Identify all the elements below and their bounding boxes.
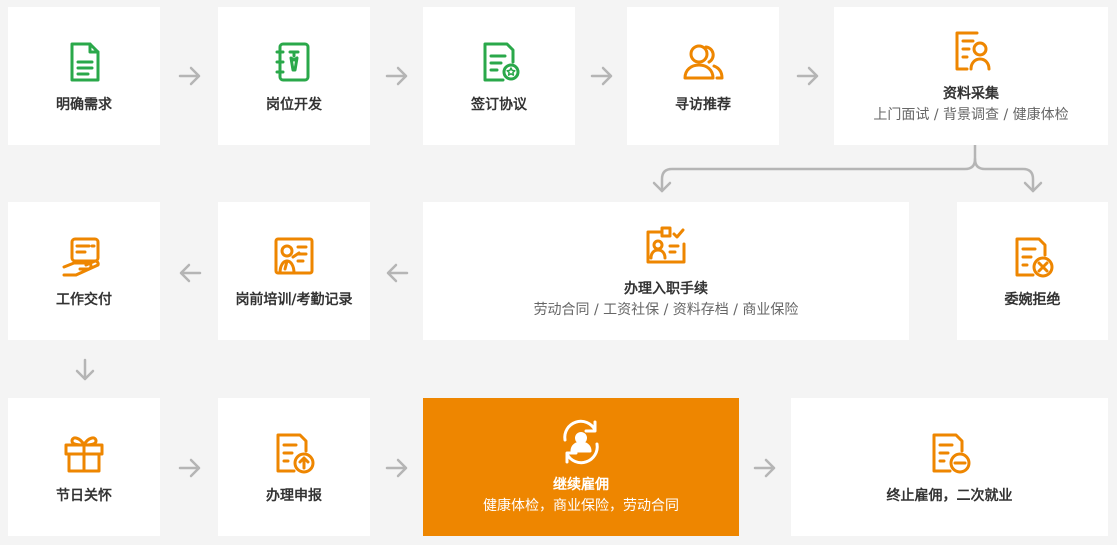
people-icon xyxy=(679,38,727,86)
step-title: 委婉拒绝 xyxy=(1004,292,1061,308)
step-work-delivery: 工作交付 xyxy=(8,202,160,340)
step-subtitle: 劳动合同 / 工资社保 / 资料存档 / 商业保险 xyxy=(533,302,799,318)
arrow-right-icon xyxy=(752,455,778,481)
step-search-recommend: 寻访推荐 xyxy=(627,7,779,145)
upload-document-icon xyxy=(270,429,318,477)
arrow-right-icon xyxy=(177,455,203,481)
arrow-left-icon xyxy=(384,260,410,286)
step-polite-rejection: 委婉拒绝 xyxy=(957,202,1108,340)
step-subtitle: 上门面试 / 背景调查 / 健康体检 xyxy=(873,107,1069,123)
step-data-collection: 资料采集 上门面试 / 背景调查 / 健康体检 xyxy=(834,7,1108,145)
step-training-attendance: 岗前培训/考勤记录 xyxy=(218,202,370,340)
gift-icon xyxy=(60,429,108,477)
step-title: 办理申报 xyxy=(266,488,322,504)
profile-document-icon xyxy=(947,27,995,75)
arrow-right-icon xyxy=(795,63,821,89)
step-title: 办理入职手续 xyxy=(624,281,708,297)
document-icon xyxy=(60,38,108,86)
arrow-left-icon xyxy=(177,260,203,286)
arrow-right-icon xyxy=(384,63,410,89)
step-subtitle: 健康体检，商业保险，劳动合同 xyxy=(483,498,679,514)
step-title: 签订协议 xyxy=(471,97,527,113)
job-card-icon xyxy=(270,38,318,86)
renew-user-icon xyxy=(557,418,605,466)
arrow-right-icon xyxy=(589,63,615,89)
step-title: 寻访推荐 xyxy=(675,97,731,113)
step-continue-employment: 继续雇佣 健康体检，商业保险，劳动合同 xyxy=(423,398,739,536)
step-title: 工作交付 xyxy=(56,292,112,308)
step-job-development: 岗位开发 xyxy=(218,7,370,145)
step-onboarding: 办理入职手续 劳动合同 / 工资社保 / 资料存档 / 商业保险 xyxy=(423,202,909,340)
arrow-right-icon xyxy=(384,455,410,481)
step-title: 节日关怀 xyxy=(56,488,112,504)
fork-connector xyxy=(652,145,1043,193)
step-title: 终止雇佣，二次就业 xyxy=(886,488,1013,504)
step-sign-agreement: 签订协议 xyxy=(423,7,575,145)
minus-document-icon xyxy=(926,429,974,477)
training-board-icon xyxy=(270,233,318,281)
step-holiday-care: 节日关怀 xyxy=(8,398,160,536)
reject-document-icon xyxy=(1009,233,1057,281)
step-filing-declaration: 办理申报 xyxy=(218,398,370,536)
step-title: 岗位开发 xyxy=(266,97,322,113)
arrow-right-icon xyxy=(177,63,203,89)
step-title: 资料采集 xyxy=(943,86,999,102)
arrow-down-icon xyxy=(72,357,98,383)
step-termination-reemployment: 终止雇佣，二次就业 xyxy=(791,398,1108,536)
hand-document-icon xyxy=(60,233,108,281)
signed-document-icon xyxy=(475,38,523,86)
step-title: 继续雇佣 xyxy=(553,477,609,493)
step-clarify-needs: 明确需求 xyxy=(8,7,160,145)
step-title: 明确需求 xyxy=(56,97,112,113)
step-title: 岗前培训/考勤记录 xyxy=(235,292,353,308)
id-badge-icon xyxy=(642,222,690,270)
